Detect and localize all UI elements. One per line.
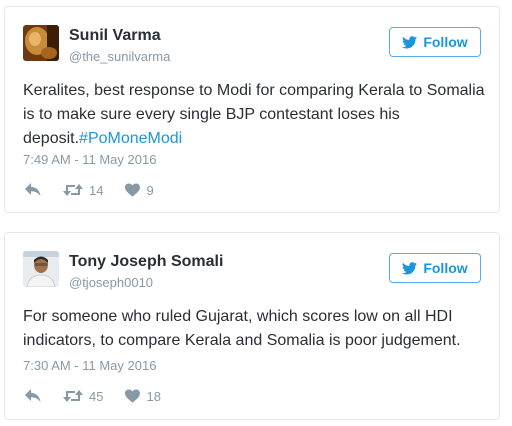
tweet-actions: 14 9 [25, 181, 154, 199]
reply-icon [25, 389, 41, 402]
timestamp[interactable]: 7:49 AM - 11 May 2016 [23, 152, 156, 167]
follow-button[interactable]: Follow [389, 253, 481, 283]
retweet-icon [63, 390, 83, 402]
retweet-icon [63, 184, 83, 196]
author-handle[interactable]: @tjoseph0010 [69, 275, 153, 290]
avatar[interactable] [23, 25, 59, 61]
author-handle[interactable]: @the_sunilvarma [69, 49, 170, 64]
retweet-button[interactable]: 45 [63, 389, 103, 404]
timestamp[interactable]: 7:30 AM - 11 May 2016 [23, 358, 156, 373]
like-button[interactable]: 18 [125, 388, 161, 404]
tweet-text: For someone who ruled Gujarat, which sco… [23, 305, 485, 353]
like-count: 9 [146, 182, 154, 198]
hashtag-link[interactable]: #PoMoneModi [79, 130, 182, 147]
twitter-bird-icon [402, 261, 418, 274]
author-name[interactable]: Sunil Varma [69, 27, 161, 45]
reply-icon [25, 183, 41, 196]
follow-label: Follow [423, 34, 468, 50]
tweet-card: Sunil Varma @the_sunilvarma Follow Keral… [4, 6, 500, 213]
follow-button[interactable]: Follow [389, 27, 481, 57]
follow-label: Follow [423, 260, 468, 276]
like-count: 18 [146, 388, 161, 404]
tweet-text: Keralites, best response to Modi for com… [23, 79, 485, 151]
retweet-count: 45 [89, 388, 104, 404]
like-button[interactable]: 9 [125, 182, 154, 198]
author-name[interactable]: Tony Joseph Somali [69, 253, 223, 271]
retweet-button[interactable]: 14 [63, 183, 103, 198]
retweet-count: 14 [89, 182, 104, 198]
tweet-body: For someone who ruled Gujarat, which sco… [23, 308, 461, 349]
tweet-card: Tony Joseph Somali @tjoseph0010 Follow F… [4, 232, 500, 420]
avatar[interactable] [23, 251, 59, 287]
heart-icon [125, 183, 141, 197]
reply-button[interactable] [25, 183, 41, 197]
reply-button[interactable] [25, 389, 41, 403]
twitter-bird-icon [402, 35, 418, 48]
tweet-actions: 45 18 [25, 387, 161, 405]
heart-icon [125, 389, 141, 403]
